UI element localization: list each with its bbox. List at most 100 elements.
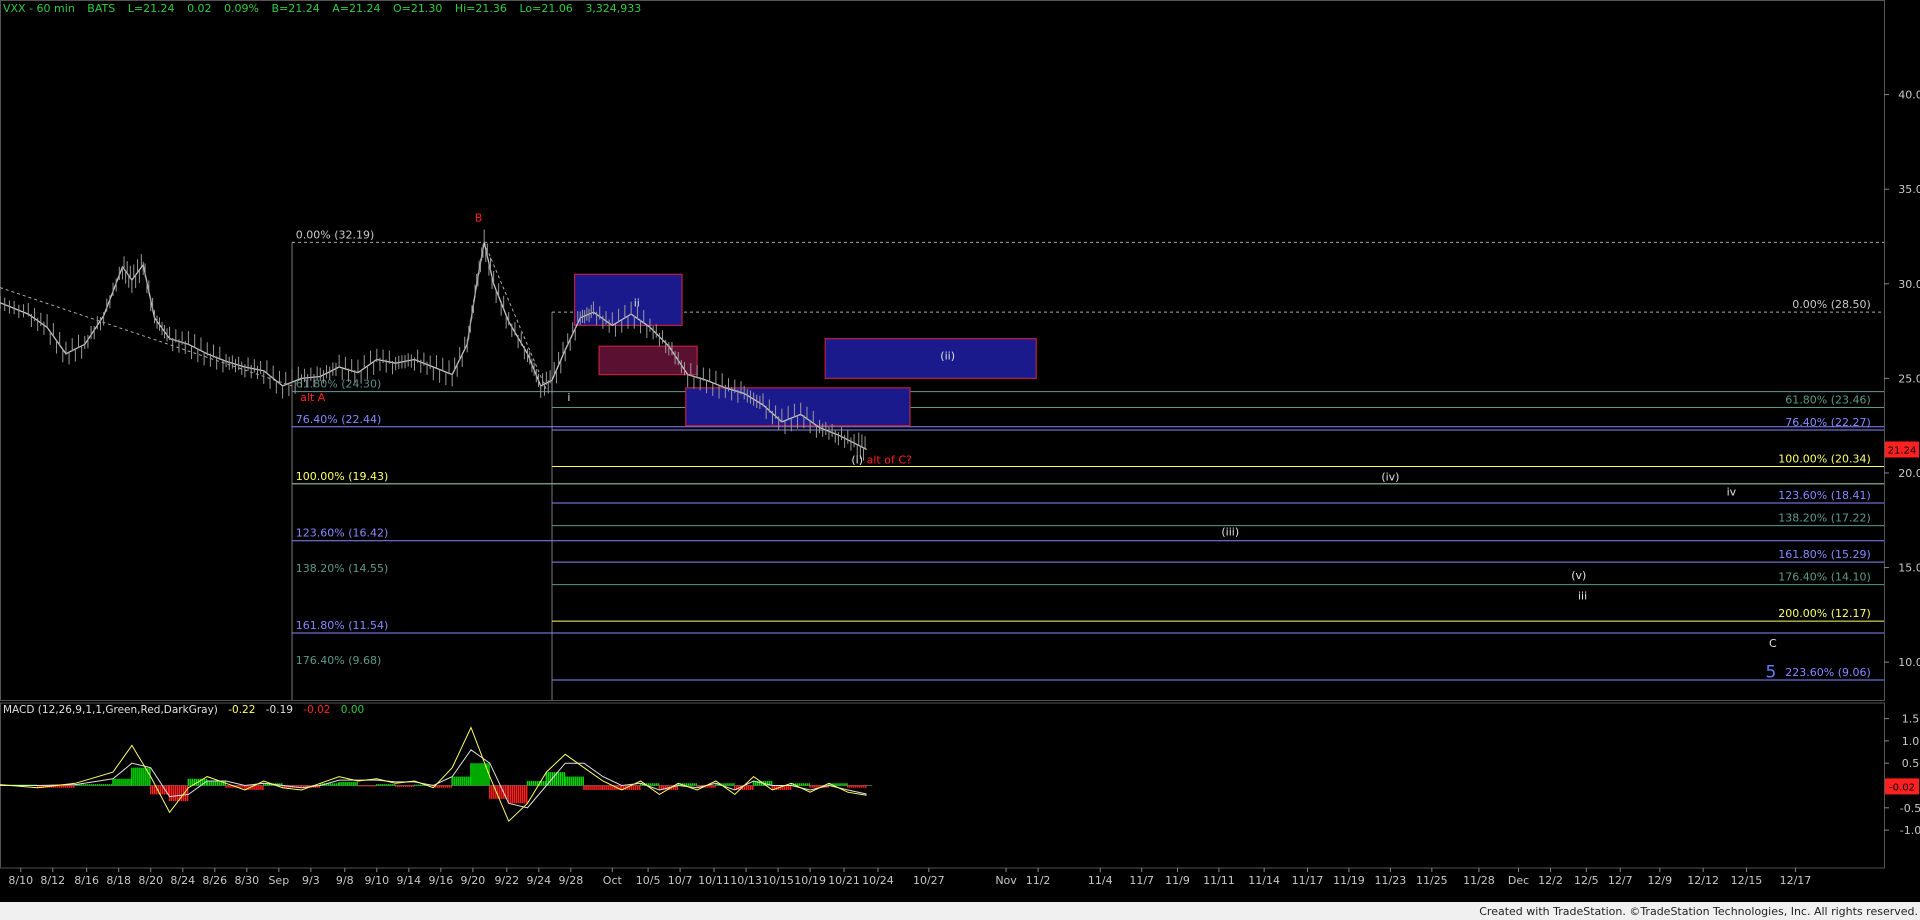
date-tick-label: Dec (1508, 874, 1529, 887)
fib-right-level-label: 100.00% (20.34) (1778, 453, 1871, 466)
wave-label: alt A (300, 391, 326, 404)
wave-label: (ii) (940, 349, 955, 362)
macd-ytick-label: 0.50 (1902, 757, 1920, 770)
date-tick-label: 8/20 (138, 874, 163, 887)
credit-line: Created with TradeStation. ©TradeStation… (1479, 905, 1918, 918)
date-tick-label: 12/7 (1608, 874, 1633, 887)
chart-background (0, 0, 1920, 920)
date-tick-label: 8/12 (40, 874, 65, 887)
date-tick-label: 12/2 (1538, 874, 1563, 887)
fib-left-level-label: 100.00% (19.43) (296, 470, 389, 483)
date-tick-label: 8/30 (234, 874, 259, 887)
date-tick-label: 9/3 (302, 874, 320, 887)
price-ytick-label: 25.00 (1898, 372, 1920, 385)
wave-label: (iv) (1381, 471, 1399, 484)
date-tick-label: 10/11 (698, 874, 730, 887)
macd-ytick-label: -1.00 (1900, 824, 1920, 837)
wave-label: ii (634, 296, 640, 309)
vxx-chart[interactable]: 10.00 15.00 20.00 25.00 30.00 35.00 40.00 21.24… (0, 0, 1920, 920)
wave-label: i (567, 391, 570, 404)
date-tick-label: 8/16 (74, 874, 99, 887)
price-header: VXX - 60 min BATS L=21.24 0.02 0.09% B=2… (3, 2, 650, 15)
wave-label: alt of C? (867, 454, 912, 467)
date-tick-label: 9/16 (429, 874, 454, 887)
date-tick-label: 8/18 (106, 874, 131, 887)
wave-label: B (475, 211, 483, 224)
date-tick-label: 10/13 (730, 874, 762, 887)
date-tick-label: 10/19 (794, 874, 826, 887)
date-tick-label: 8/24 (170, 874, 195, 887)
date-tick-label: 11/23 (1375, 874, 1407, 887)
fib-right-level-label: 76.40% (22.27) (1785, 416, 1871, 429)
wave-label: (iii) (1221, 525, 1239, 538)
date-tick-label: 11/4 (1088, 874, 1113, 887)
fib-left-level-label: 138.20% (14.55) (296, 562, 389, 575)
macd-ytick-label: -0.50 (1900, 802, 1920, 815)
signal-value: -0.19 (265, 704, 293, 716)
high: Hi=21.36 (454, 2, 507, 15)
wave-label: 5 (1766, 662, 1777, 682)
open: O=21.30 (393, 2, 443, 15)
date-tick-label: 10/5 (636, 874, 661, 887)
date-tick-label: 11/9 (1165, 874, 1190, 887)
date-tick-label: 11/25 (1416, 874, 1448, 887)
bid: B=21.24 (271, 2, 320, 15)
date-tick-label: 10/7 (668, 874, 693, 887)
price-ytick-label: 30.00 (1898, 278, 1920, 291)
date-tick-label: 11/7 (1129, 874, 1154, 887)
fib-right-level-label: 200.00% (12.17) (1778, 607, 1871, 620)
macd-name: MACD (12,26,9,1,1,Green,Red,DarkGray) (3, 704, 218, 716)
fib-left-level-label: 0.00% (32.19) (296, 228, 375, 241)
macd-header: MACD (12,26,9,1,1,Green,Red,DarkGray) -0… (3, 704, 371, 716)
date-tick-label: 10/27 (913, 874, 945, 887)
date-tick-label: 9/20 (461, 874, 486, 887)
fib-right-level-label: 0.00% (28.50) (1792, 298, 1871, 311)
wave-label: C (1769, 637, 1777, 650)
date-tick-label: 11/19 (1333, 874, 1365, 887)
date-tick-label: 11/2 (1026, 874, 1051, 887)
macd-ytick-label: 1.00 (1902, 735, 1920, 748)
fib-right-level-label: 138.20% (17.22) (1778, 512, 1871, 525)
zero-value: 0.00 (340, 704, 365, 716)
fib-right-level-label: 161.80% (15.29) (1778, 548, 1871, 561)
pct-change: 0.09% (224, 2, 260, 15)
price-ytick-label: 15.00 (1898, 562, 1920, 575)
date-tick-label: 8/10 (8, 874, 33, 887)
fib-right-level-label: 123.60% (18.41) (1778, 489, 1871, 502)
exchange-label: BATS (87, 2, 116, 15)
fib-left-level-label: 161.80% (11.54) (296, 619, 389, 632)
target-box (598, 345, 698, 376)
date-tick-label: 10/24 (862, 874, 894, 887)
date-tick-label: Oct (603, 874, 623, 887)
price-ytick-label: 10.00 (1898, 656, 1920, 669)
date-tick-label: 9/24 (526, 874, 551, 887)
date-tick-label: 11/28 (1463, 874, 1495, 887)
diff-value: -0.02 (303, 704, 331, 716)
date-tick-label: Sep (268, 874, 289, 887)
date-tick-label: 12/5 (1574, 874, 1599, 887)
low: Lo=21.06 (519, 2, 573, 15)
fib-right-level-label: 176.40% (14.10) (1778, 571, 1871, 584)
macd-value: -0.22 (228, 704, 256, 716)
target-box (824, 338, 1037, 379)
ask: A=21.24 (332, 2, 381, 15)
fib-left-level-label: 176.40% (9.68) (296, 654, 382, 667)
price-ytick-label: 35.00 (1898, 183, 1920, 196)
fib-right-level-label: 223.60% (9.06) (1785, 666, 1871, 679)
date-tick-label: 12/17 (1780, 874, 1812, 887)
date-tick-label: Nov (995, 874, 1017, 887)
date-tick-label: 9/22 (494, 874, 519, 887)
date-tick-label: 11/11 (1203, 874, 1235, 887)
date-tick-label: 9/10 (364, 874, 389, 887)
date-tick-label: 12/15 (1731, 874, 1763, 887)
date-tick-label: 9/14 (396, 874, 421, 887)
wave-label: (i) (851, 454, 863, 467)
date-tick-label: 11/14 (1248, 874, 1280, 887)
last-price-tag: 21.24 (1888, 446, 1917, 457)
date-tick-label: 10/15 (762, 874, 794, 887)
date-tick-label: 11/17 (1292, 874, 1324, 887)
date-tick-label: 10/21 (828, 874, 860, 887)
fib-left-level-label: 123.60% (16.42) (296, 527, 389, 540)
wave-label: (v) (1571, 569, 1586, 582)
last-price: L=21.24 (127, 2, 175, 15)
